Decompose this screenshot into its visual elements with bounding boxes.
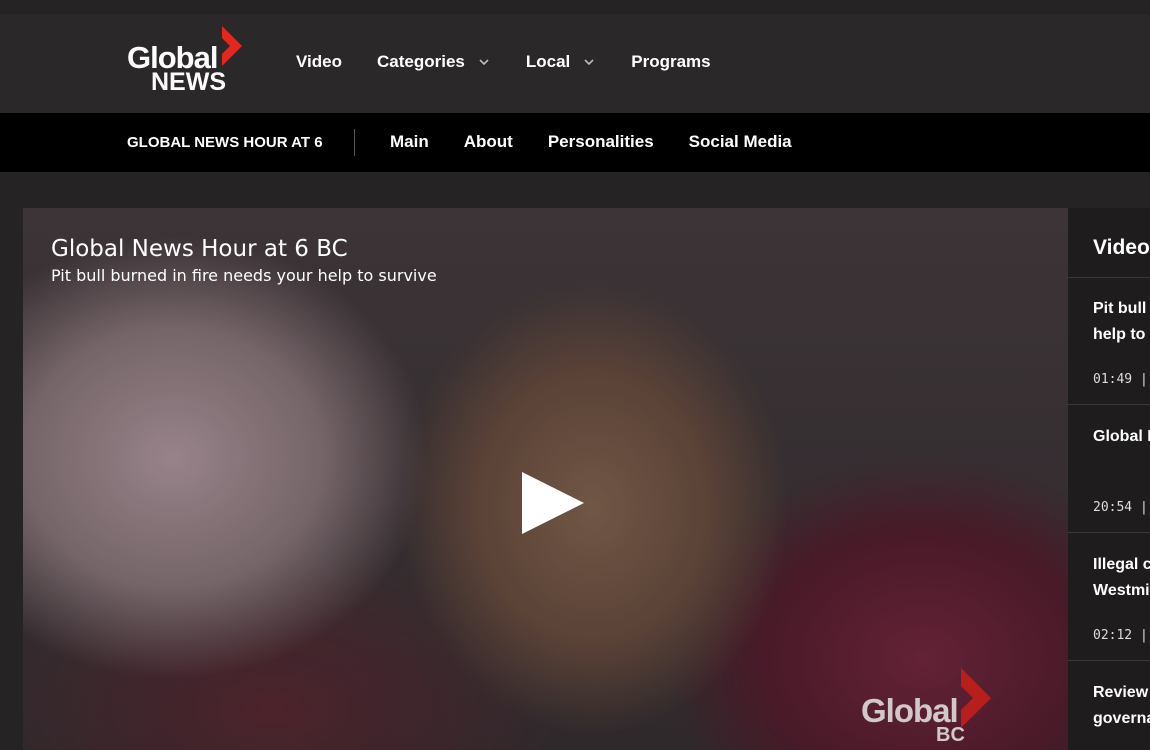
playlist-item[interactable]: Illegal cannabis stores in New Westminst… [1093, 552, 1150, 604]
playlist-divider [1068, 532, 1150, 533]
playlist-item-duration: 01:49 | [1093, 372, 1148, 387]
subnav-social-media[interactable]: Social Media [689, 132, 792, 152]
site-header: Global NEWS Video Categories Local Progr… [0, 14, 1150, 113]
nav-local-label: Local [525, 52, 571, 71]
program-links: Main About Personalities Social Media [390, 132, 827, 152]
logo-text-news: NEWS [151, 68, 226, 96]
playlist-item-title-cont: Westminster [1093, 582, 1150, 599]
video-show-title: Global News Hour at 6 BC [51, 236, 348, 262]
video-playlist-sidebar: Videos Pit bull burned in fire needs you… [1068, 208, 1150, 750]
program-subnav: GLOBAL NEWS HOUR AT 6 Main About Persona… [0, 113, 1150, 172]
nav-programs-label: Programs [631, 52, 711, 71]
playlist-item[interactable]: Global News Hour at 6 BC [1093, 424, 1150, 450]
nav-local[interactable]: Local [526, 52, 594, 72]
main-nav: Video Categories Local Programs [296, 52, 711, 72]
nav-programs[interactable]: Programs [631, 52, 710, 72]
playlist-divider [1068, 660, 1150, 661]
program-title[interactable]: GLOBAL NEWS HOUR AT 6 [127, 134, 323, 151]
playlist-heading: Videos [1093, 236, 1150, 259]
video-story-title: Pit bull burned in fire needs your help … [51, 266, 437, 285]
subnav-divider [354, 129, 355, 156]
play-icon[interactable] [520, 468, 590, 538]
playlist-item-title: Global News Hour at 6 BC [1093, 428, 1150, 445]
playlist-divider [1068, 277, 1150, 278]
nav-categories-label: Categories [376, 52, 465, 71]
video-player[interactable]: Global News Hour at 6 BC Pit bull burned… [23, 208, 1068, 750]
playlist-item-duration: 20:54 | [1093, 500, 1148, 515]
global-news-logo[interactable]: Global NEWS [127, 26, 247, 100]
playlist-item-title-cont: help to survive [1093, 326, 1150, 343]
playlist-item[interactable]: Review of governance [1093, 680, 1150, 732]
subnav-about[interactable]: About [464, 132, 513, 152]
playlist-item-duration: 02:12 | [1093, 628, 1148, 643]
nav-video[interactable]: Video [296, 52, 342, 72]
playlist-item-title-cont: governance [1093, 710, 1150, 727]
subnav-personalities[interactable]: Personalities [548, 132, 654, 152]
global-bc-watermark: Global BC [861, 668, 1011, 748]
chevron-down-icon [479, 59, 489, 66]
chevron-down-icon [584, 59, 594, 66]
watermark-chevron-icon [961, 668, 991, 728]
top-strip [0, 0, 1150, 14]
playlist-divider [1068, 404, 1150, 405]
logo-chevron-icon [222, 26, 242, 66]
nav-video-label: Video [296, 52, 342, 71]
playlist-item[interactable]: Pit bull burned in fire needs your help … [1093, 296, 1150, 348]
playlist-item-title: Illegal cannabis stores in New [1093, 556, 1150, 573]
subnav-main[interactable]: Main [390, 132, 429, 152]
playlist-item-title: Review of [1093, 684, 1150, 701]
playlist-item-title: Pit bull burned in fire needs your [1093, 300, 1150, 317]
nav-categories[interactable]: Categories [377, 52, 489, 72]
